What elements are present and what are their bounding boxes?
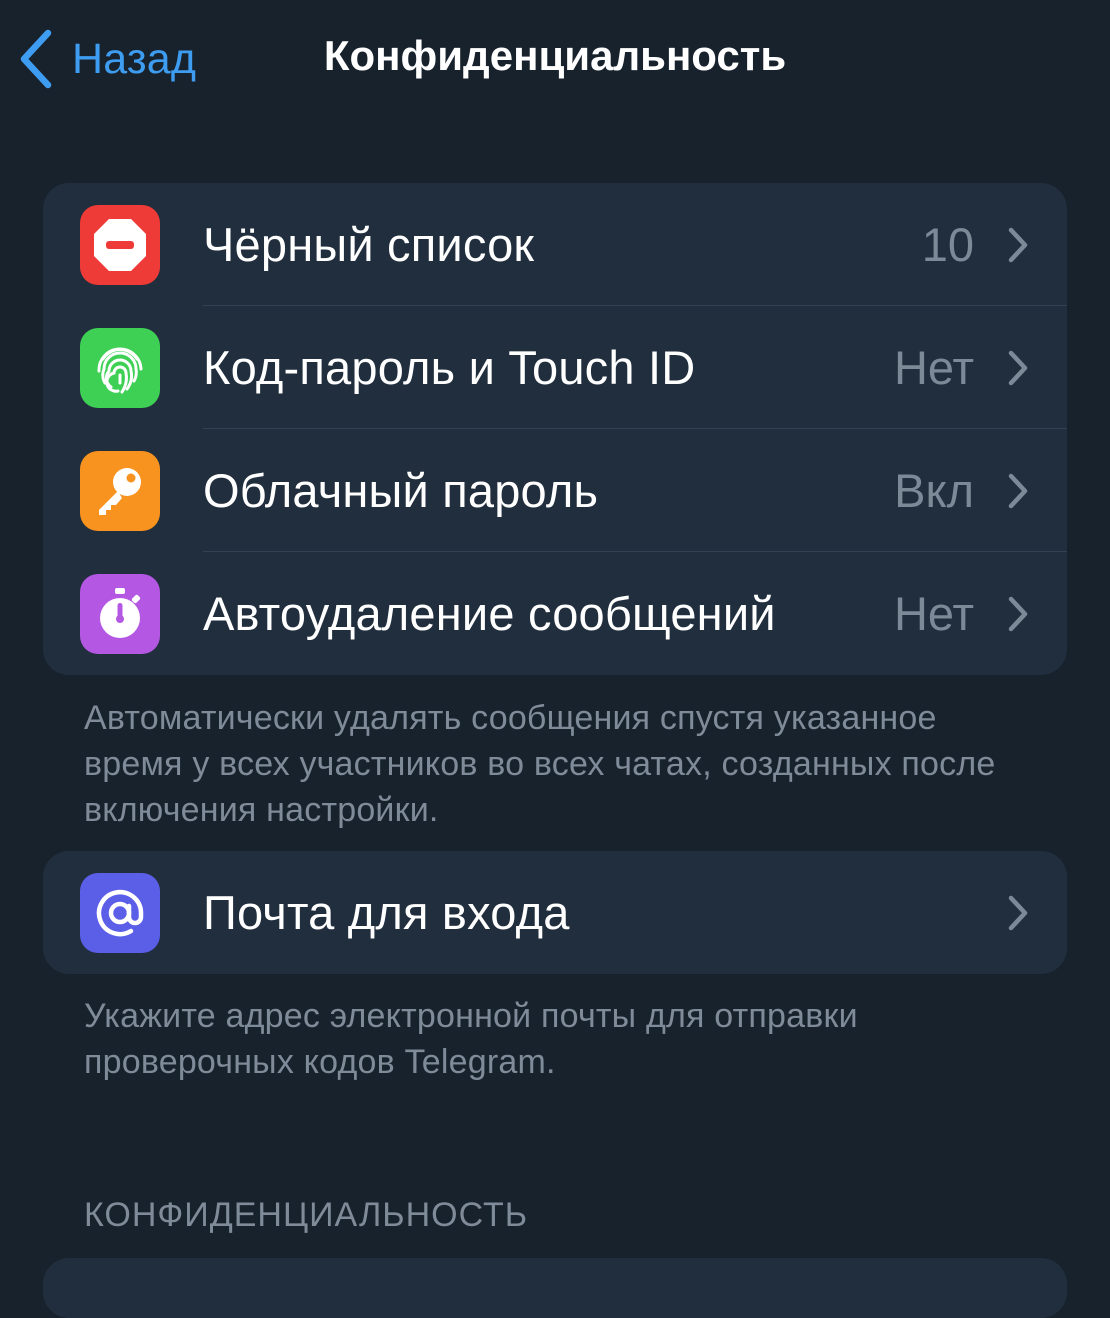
row-label: Код-пароль и Touch ID — [203, 341, 696, 394]
page-title: Конфиденциальность — [323, 32, 787, 79]
row-label: Автоудаление сообщений — [203, 587, 776, 640]
chevron-right-icon — [1007, 350, 1029, 386]
privacy-settings-group — [43, 1258, 1067, 1318]
auto-delete-footer: Автоматически удалять сообщения спустя у… — [84, 699, 996, 829]
row-auto-delete-messages[interactable]: Автоудаление сообщений Нет — [43, 552, 1067, 675]
row-login-email[interactable]: Почта для входа — [43, 851, 1067, 974]
at-sign-icon — [80, 873, 160, 953]
row-passcode-touch-id[interactable]: Код-пароль и Touch ID Нет — [43, 306, 1067, 429]
row-label: Почта для входа — [203, 886, 570, 939]
email-settings-group: Почта для входа — [43, 851, 1067, 974]
passcode-status: Нет — [893, 341, 974, 394]
navigation-bar: Назад Конфиденциальность — [0, 0, 1110, 120]
privacy-section-header: КОНФИДЕНЦИАЛЬНОСТЬ — [84, 1196, 529, 1234]
chevron-right-icon — [1007, 473, 1029, 509]
chevron-right-icon — [1007, 895, 1029, 931]
row-cloud-password[interactable]: Облачный пароль Вкл — [43, 429, 1067, 552]
row-label: Чёрный список — [203, 218, 535, 271]
chevron-right-icon — [1007, 596, 1029, 632]
blocked-count: 10 — [921, 218, 974, 271]
auto-delete-status: Нет — [893, 587, 974, 640]
blocked-icon — [80, 205, 160, 285]
security-settings-group: Чёрный список 10 Код-пароль и Touch ID Н… — [43, 183, 1067, 675]
row-label: Облачный пароль — [203, 464, 599, 517]
row-blocked-users[interactable]: Чёрный список 10 — [43, 183, 1067, 306]
chevron-right-icon — [1007, 227, 1029, 263]
key-icon — [80, 451, 160, 531]
timer-icon — [80, 574, 160, 654]
email-footer: Укажите адрес электронной почты для отпр… — [84, 997, 858, 1081]
fingerprint-icon — [80, 328, 160, 408]
cloud-password-status: Вкл — [894, 464, 974, 517]
